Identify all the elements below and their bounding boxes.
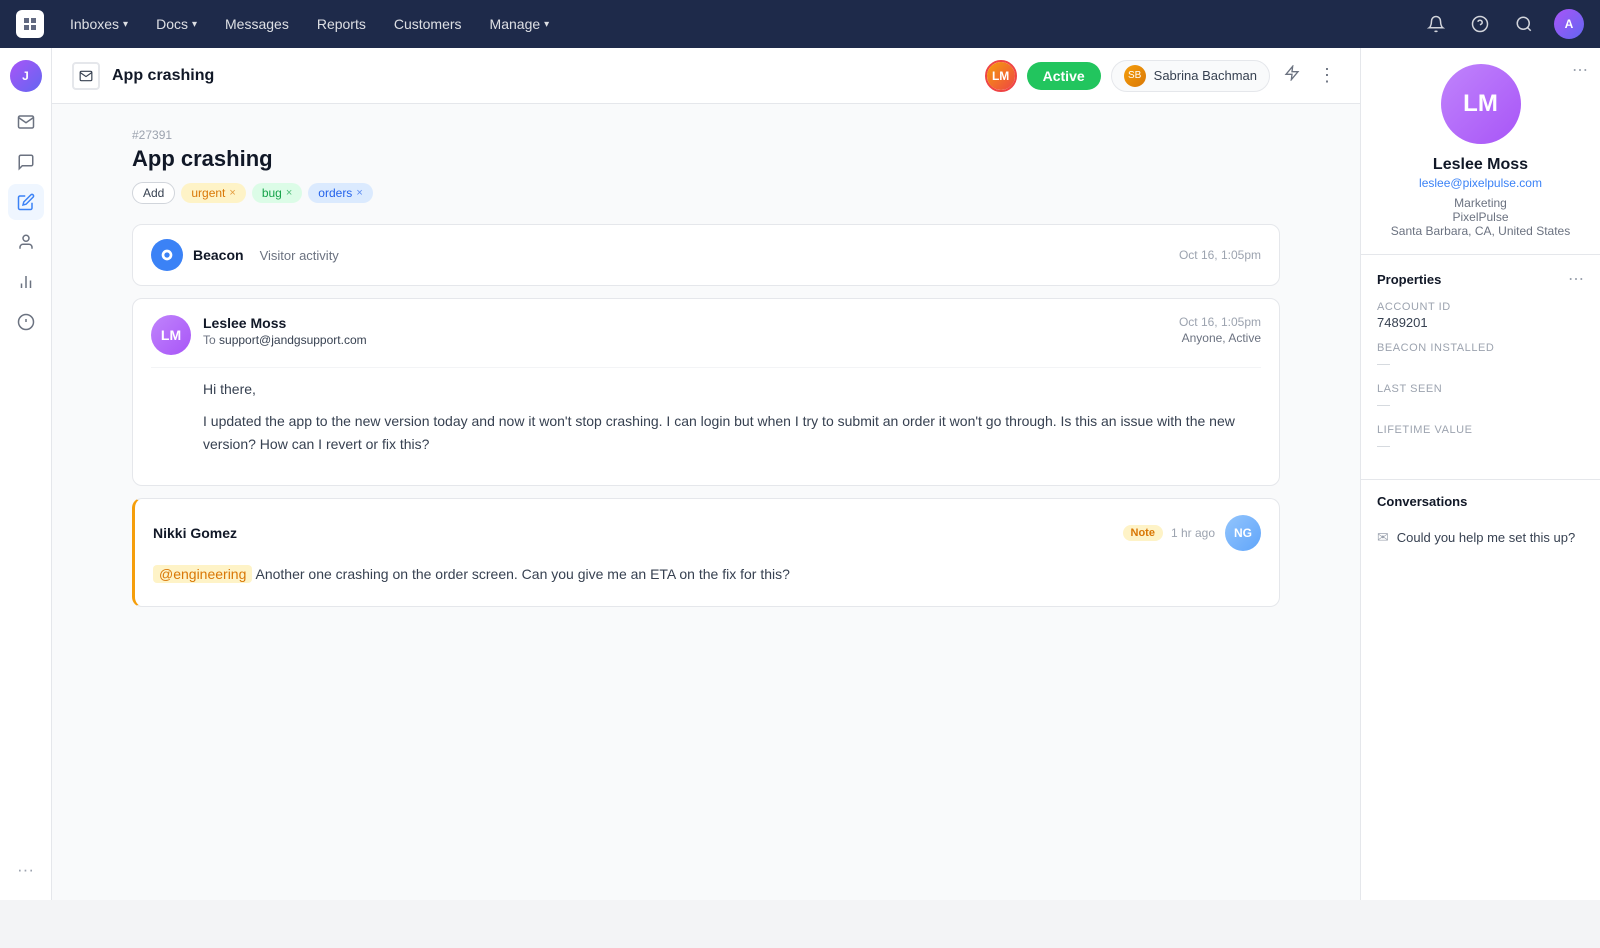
sidebar-item-contacts[interactable] [8, 224, 44, 260]
ticket-meta: #27391 App crashing Add urgent × bug × o… [132, 128, 1280, 204]
note-card: Nikki Gomez Note 1 hr ago NG @engineerin… [132, 498, 1280, 606]
sidebar-more-icon[interactable]: ··· [8, 852, 44, 888]
remove-urgent-tag[interactable]: × [229, 187, 235, 199]
status-button[interactable]: Active [1027, 62, 1101, 90]
conversation-title: App crashing [112, 67, 973, 85]
sender-name: Leslee Moss [203, 315, 1167, 331]
tags-row: Add urgent × bug × orders × [132, 182, 1280, 204]
message-to: To support@jandgsupport.com [203, 333, 1167, 347]
sidebar-item-inbox[interactable] [8, 104, 44, 140]
conversations-title: Conversations [1377, 494, 1467, 509]
conversation-header-actions: LM Active SB Sabrina Bachman ⋮ [985, 60, 1340, 92]
beacon-label: Beacon Installed [1377, 342, 1584, 354]
conversation-header: App crashing LM Active SB Sabrina Bachma… [52, 48, 1360, 104]
message-body: Hi there, I updated the app to the new v… [151, 378, 1261, 455]
contact-department: Marketing [1377, 196, 1584, 210]
beacon-property: Beacon Installed — [1377, 342, 1584, 371]
conversation-list-icon: ✉ [1377, 529, 1389, 546]
nav-docs[interactable]: Docs ▾ [146, 10, 207, 38]
user-avatar[interactable]: A [1554, 9, 1584, 39]
ticket-subject: App crashing [132, 146, 1280, 172]
beacon-label: Beacon [193, 247, 244, 263]
chevron-down-icon: ▾ [544, 19, 549, 30]
nav-reports[interactable]: Reports [307, 10, 376, 38]
note-sender: Nikki Gomez [153, 525, 1123, 541]
nav-messages[interactable]: Messages [215, 10, 299, 38]
top-navigation: Inboxes ▾ Docs ▾ Messages Reports Custom… [0, 0, 1600, 48]
ticket-number: #27391 [132, 128, 1280, 142]
conversation-list-text: Could you help me set this up? [1397, 530, 1576, 545]
search-icon[interactable] [1510, 10, 1538, 38]
sidebar-user-avatar[interactable]: J [10, 60, 42, 92]
notifications-icon[interactable] [1422, 10, 1450, 38]
remove-orders-tag[interactable]: × [356, 187, 362, 199]
beacon-activity-card: Beacon Visitor activity Oct 16, 1:05pm [132, 224, 1280, 286]
lifetime-value-label: Lifetime Value [1377, 424, 1584, 436]
conversation-body: #27391 App crashing Add urgent × bug × o… [52, 104, 1360, 900]
more-options-icon[interactable]: ⋮ [1314, 61, 1340, 90]
contact-more-button[interactable]: ⋯ [1572, 60, 1588, 80]
tag-bug[interactable]: bug × [252, 183, 302, 203]
nav-customers[interactable]: Customers [384, 10, 472, 38]
beacon-value: — [1377, 356, 1584, 371]
last-seen-property: Last Seen — [1377, 383, 1584, 412]
beacon-sub: Visitor activity [260, 248, 339, 263]
properties-title: Properties [1377, 272, 1441, 287]
agent-avatar: SB [1124, 65, 1146, 87]
assigned-agent-selector[interactable]: SB Sabrina Bachman [1111, 60, 1270, 92]
lifetime-value-property: Lifetime Value — [1377, 424, 1584, 453]
beacon-icon [151, 239, 183, 271]
properties-section: Properties ⋯ Account ID 7489201 Beacon I… [1361, 255, 1600, 480]
contact-avatar-large: LM [1441, 64, 1521, 144]
sidebar-item-reports[interactable] [8, 264, 44, 300]
contact-header: ⋯ LM Leslee Moss leslee@pixelpulse.com M… [1361, 48, 1600, 255]
conversation-type-icon [72, 62, 100, 90]
last-seen-value: — [1377, 397, 1584, 412]
contact-email[interactable]: leslee@pixelpulse.com [1377, 176, 1584, 190]
mention: @engineering [153, 565, 252, 583]
beacon-time: Oct 16, 1:05pm [1179, 248, 1261, 262]
last-seen-label: Last Seen [1377, 383, 1584, 395]
nav-right-actions: A [1422, 9, 1584, 39]
tag-orders[interactable]: orders × [308, 183, 372, 203]
note-badge: Note [1123, 525, 1163, 541]
right-sidebar: ⋯ LM Leslee Moss leslee@pixelpulse.com M… [1360, 48, 1600, 900]
assignee-avatar[interactable]: LM [985, 60, 1017, 92]
main-content: App crashing LM Active SB Sabrina Bachma… [52, 48, 1360, 900]
logo[interactable] [16, 10, 44, 38]
help-icon[interactable] [1466, 10, 1494, 38]
properties-more-icon[interactable]: ⋯ [1568, 269, 1584, 289]
lightning-icon[interactable] [1280, 61, 1304, 90]
nav-inboxes[interactable]: Inboxes ▾ [60, 10, 138, 38]
sidebar-item-compose[interactable] [8, 184, 44, 220]
conversations-section: Conversations ✉ Could you help me set th… [1361, 480, 1600, 568]
sender-avatar: LM [151, 315, 191, 355]
account-id-label: Account ID [1377, 301, 1584, 313]
contact-company: PixelPulse [1377, 210, 1584, 224]
contact-name: Leslee Moss [1377, 156, 1584, 174]
tag-urgent[interactable]: urgent × [181, 183, 245, 203]
app-layout: J ··· App crashing [0, 48, 1600, 900]
message-status: Anyone, Active [1179, 331, 1261, 345]
account-id-property: Account ID 7489201 [1377, 301, 1584, 330]
add-tag-button[interactable]: Add [132, 182, 175, 204]
account-id-value: 7489201 [1377, 315, 1584, 330]
chevron-down-icon: ▾ [123, 19, 128, 30]
note-author-avatar: NG [1225, 515, 1261, 551]
sidebar-item-labels[interactable] [8, 304, 44, 340]
lifetime-value-value: — [1377, 438, 1584, 453]
note-body: @engineering Another one crashing on the… [153, 563, 1261, 585]
email-message-card: LM Leslee Moss To support@jandgsupport.c… [132, 298, 1280, 486]
conversation-list-item[interactable]: ✉ Could you help me set this up? [1377, 521, 1584, 554]
left-sidebar: J ··· [0, 48, 52, 900]
sidebar-item-chat[interactable] [8, 144, 44, 180]
remove-bug-tag[interactable]: × [286, 187, 292, 199]
nav-manage[interactable]: Manage ▾ [480, 10, 560, 38]
contact-location: Santa Barbara, CA, United States [1377, 224, 1584, 238]
chevron-down-icon: ▾ [192, 19, 197, 30]
message-time: Oct 16, 1:05pm [1179, 315, 1261, 329]
message-divider [151, 367, 1261, 368]
note-time: 1 hr ago [1171, 526, 1215, 540]
